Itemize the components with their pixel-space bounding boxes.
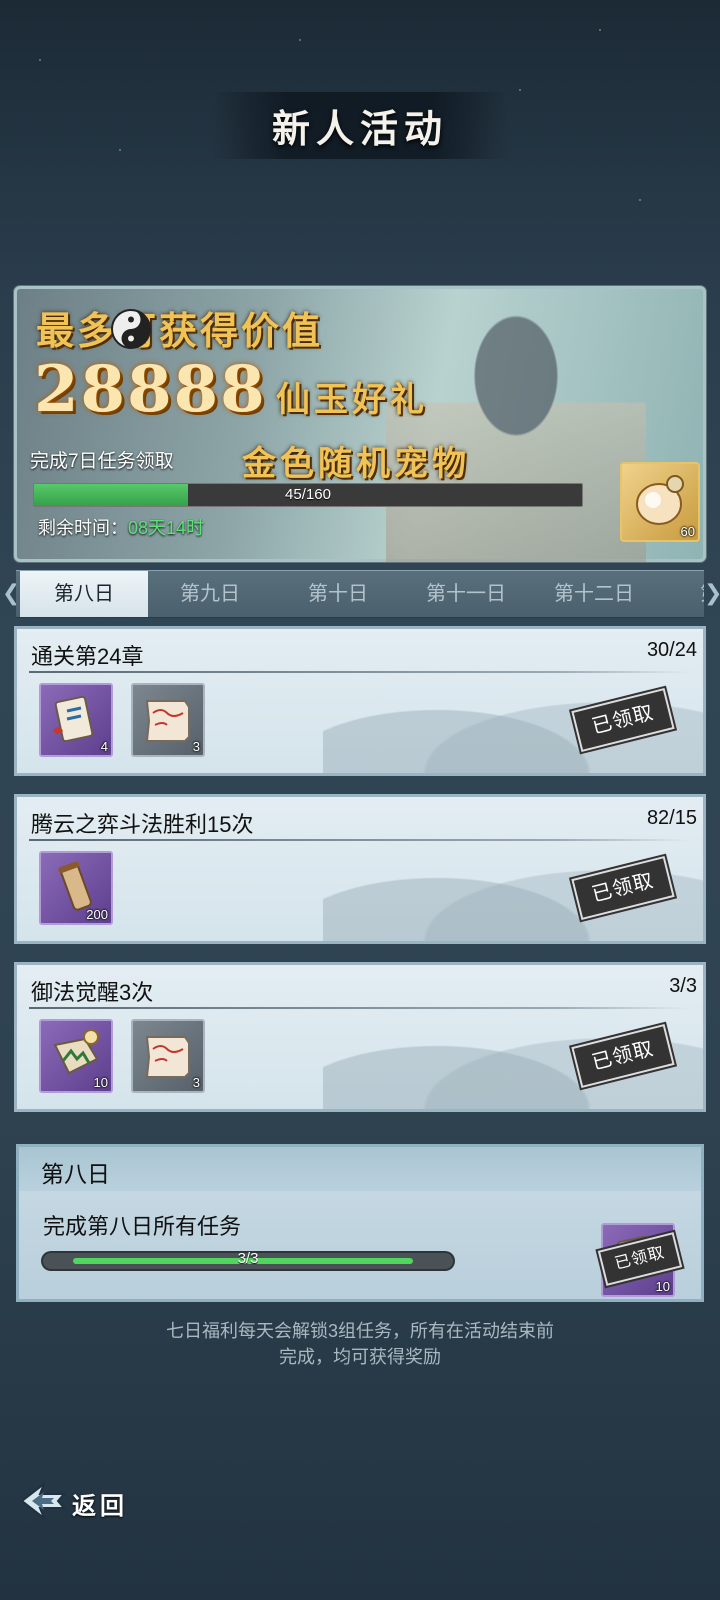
task-title: 腾云之弈斗法胜利15次	[31, 812, 254, 837]
reward-item[interactable]: 200	[39, 851, 113, 925]
back-label: 返回	[72, 1491, 128, 1520]
task-card: 通关第24章 30/24 4 3 已领取	[14, 626, 706, 776]
item-count: 3	[192, 1075, 200, 1090]
claimed-stamp: 已领取	[571, 1024, 675, 1088]
yin-yang-icon	[111, 309, 151, 349]
golden-pet-reward[interactable]: 60	[620, 462, 700, 542]
tabs-left-arrow-icon[interactable]: ❮	[2, 570, 20, 616]
task-progress: 30/24	[646, 639, 697, 661]
page-title: 新人活动	[211, 92, 508, 159]
footer-note-line: 完成，均可获得奖励	[279, 1347, 441, 1367]
header: 新人活动	[0, 92, 720, 159]
banner-amount: 28888	[34, 352, 267, 427]
task-title: 通关第24章	[31, 644, 144, 669]
banner-complete-text: 完成7日任务领取	[30, 451, 174, 472]
banner-amount-suffix: 仙玉好礼	[276, 380, 428, 420]
item-count: 10	[93, 1075, 108, 1090]
promo-banner: 最多可获得价值 28888 仙玉好礼 完成7日任务领取 金色随机宠物 45/16…	[14, 286, 706, 562]
banner-progress-bar: 45/160	[33, 483, 583, 507]
divider	[29, 671, 689, 673]
divider	[29, 1007, 689, 1009]
remaining-time-value: 08天14时	[128, 518, 205, 538]
day-summary-header	[19, 1147, 701, 1191]
remaining-time: 剩余时间：08天14时	[38, 514, 204, 540]
banner-progress-text: 45/160	[285, 486, 331, 503]
day-summary-title: 第八日	[41, 1161, 110, 1187]
banner-pet-text: 金色随机宠物	[242, 444, 470, 484]
reward-item[interactable]: 3	[131, 1019, 205, 1093]
divider	[29, 839, 689, 841]
day-progress-bar: 3/3	[43, 1250, 453, 1269]
pet-egg-icon	[636, 475, 684, 525]
item-count: 10	[655, 1279, 670, 1294]
tab-day-8[interactable]: 第八日	[20, 571, 148, 617]
tab-day-12[interactable]: 第十二日	[530, 571, 658, 617]
task-title: 御法觉醒3次	[31, 980, 154, 1005]
day-progress-text: 3/3	[237, 1250, 259, 1267]
claimed-stamp: 已领取	[571, 688, 675, 752]
footer-note: 七日福利每天会解锁3组任务，所有在活动结束前 完成，均可获得奖励	[0, 1318, 720, 1370]
tabs-right-arrow-icon[interactable]: ❯	[704, 570, 720, 616]
reward-item[interactable]: 4	[39, 683, 113, 757]
day-summary: 第八日 完成第八日所有任务 3/3 已领取 10	[16, 1144, 704, 1302]
task-progress: 3/3	[669, 975, 697, 997]
item-count: 4	[100, 739, 108, 754]
item-count: 200	[86, 907, 108, 922]
remaining-time-label: 剩余时间：	[38, 518, 128, 538]
scroll-icon	[53, 695, 94, 743]
reward-item[interactable]: 10	[39, 1019, 113, 1093]
task-progress: 82/15	[646, 807, 697, 829]
tab-day-11[interactable]: 第十一日	[402, 571, 530, 617]
claimed-stamp: 已领取	[571, 856, 675, 920]
back-arrow-icon	[20, 1480, 67, 1522]
task-card: 腾云之弈斗法胜利15次 82/15 200 已领取	[14, 794, 706, 944]
tab-day-13-partial[interactable]: 第	[646, 571, 704, 617]
reward-item[interactable]: 3	[131, 683, 205, 757]
reward-count: 60	[680, 524, 695, 539]
day-reward-item[interactable]: 已领取 10	[597, 1223, 683, 1297]
character-illustration	[386, 296, 646, 562]
task-card: 御法觉醒3次 3/3 10 3 已领取	[14, 962, 706, 1112]
paper-icon	[145, 700, 190, 742]
item-count: 3	[192, 739, 200, 754]
footer-note-line: 七日福利每天会解锁3组任务，所有在活动结束前	[165, 1321, 554, 1341]
day-tabs: 第八日 第九日 第十日 第十一日 第十二日 第	[16, 570, 704, 618]
paper-icon	[145, 1036, 190, 1078]
day-summary-desc: 完成第八日所有任务	[43, 1214, 242, 1239]
back-button[interactable]: 返回	[18, 1478, 138, 1524]
tab-day-9[interactable]: 第九日	[146, 571, 274, 617]
tab-day-10[interactable]: 第十日	[274, 571, 402, 617]
banner-headline: 最多可获得价值	[36, 308, 324, 353]
